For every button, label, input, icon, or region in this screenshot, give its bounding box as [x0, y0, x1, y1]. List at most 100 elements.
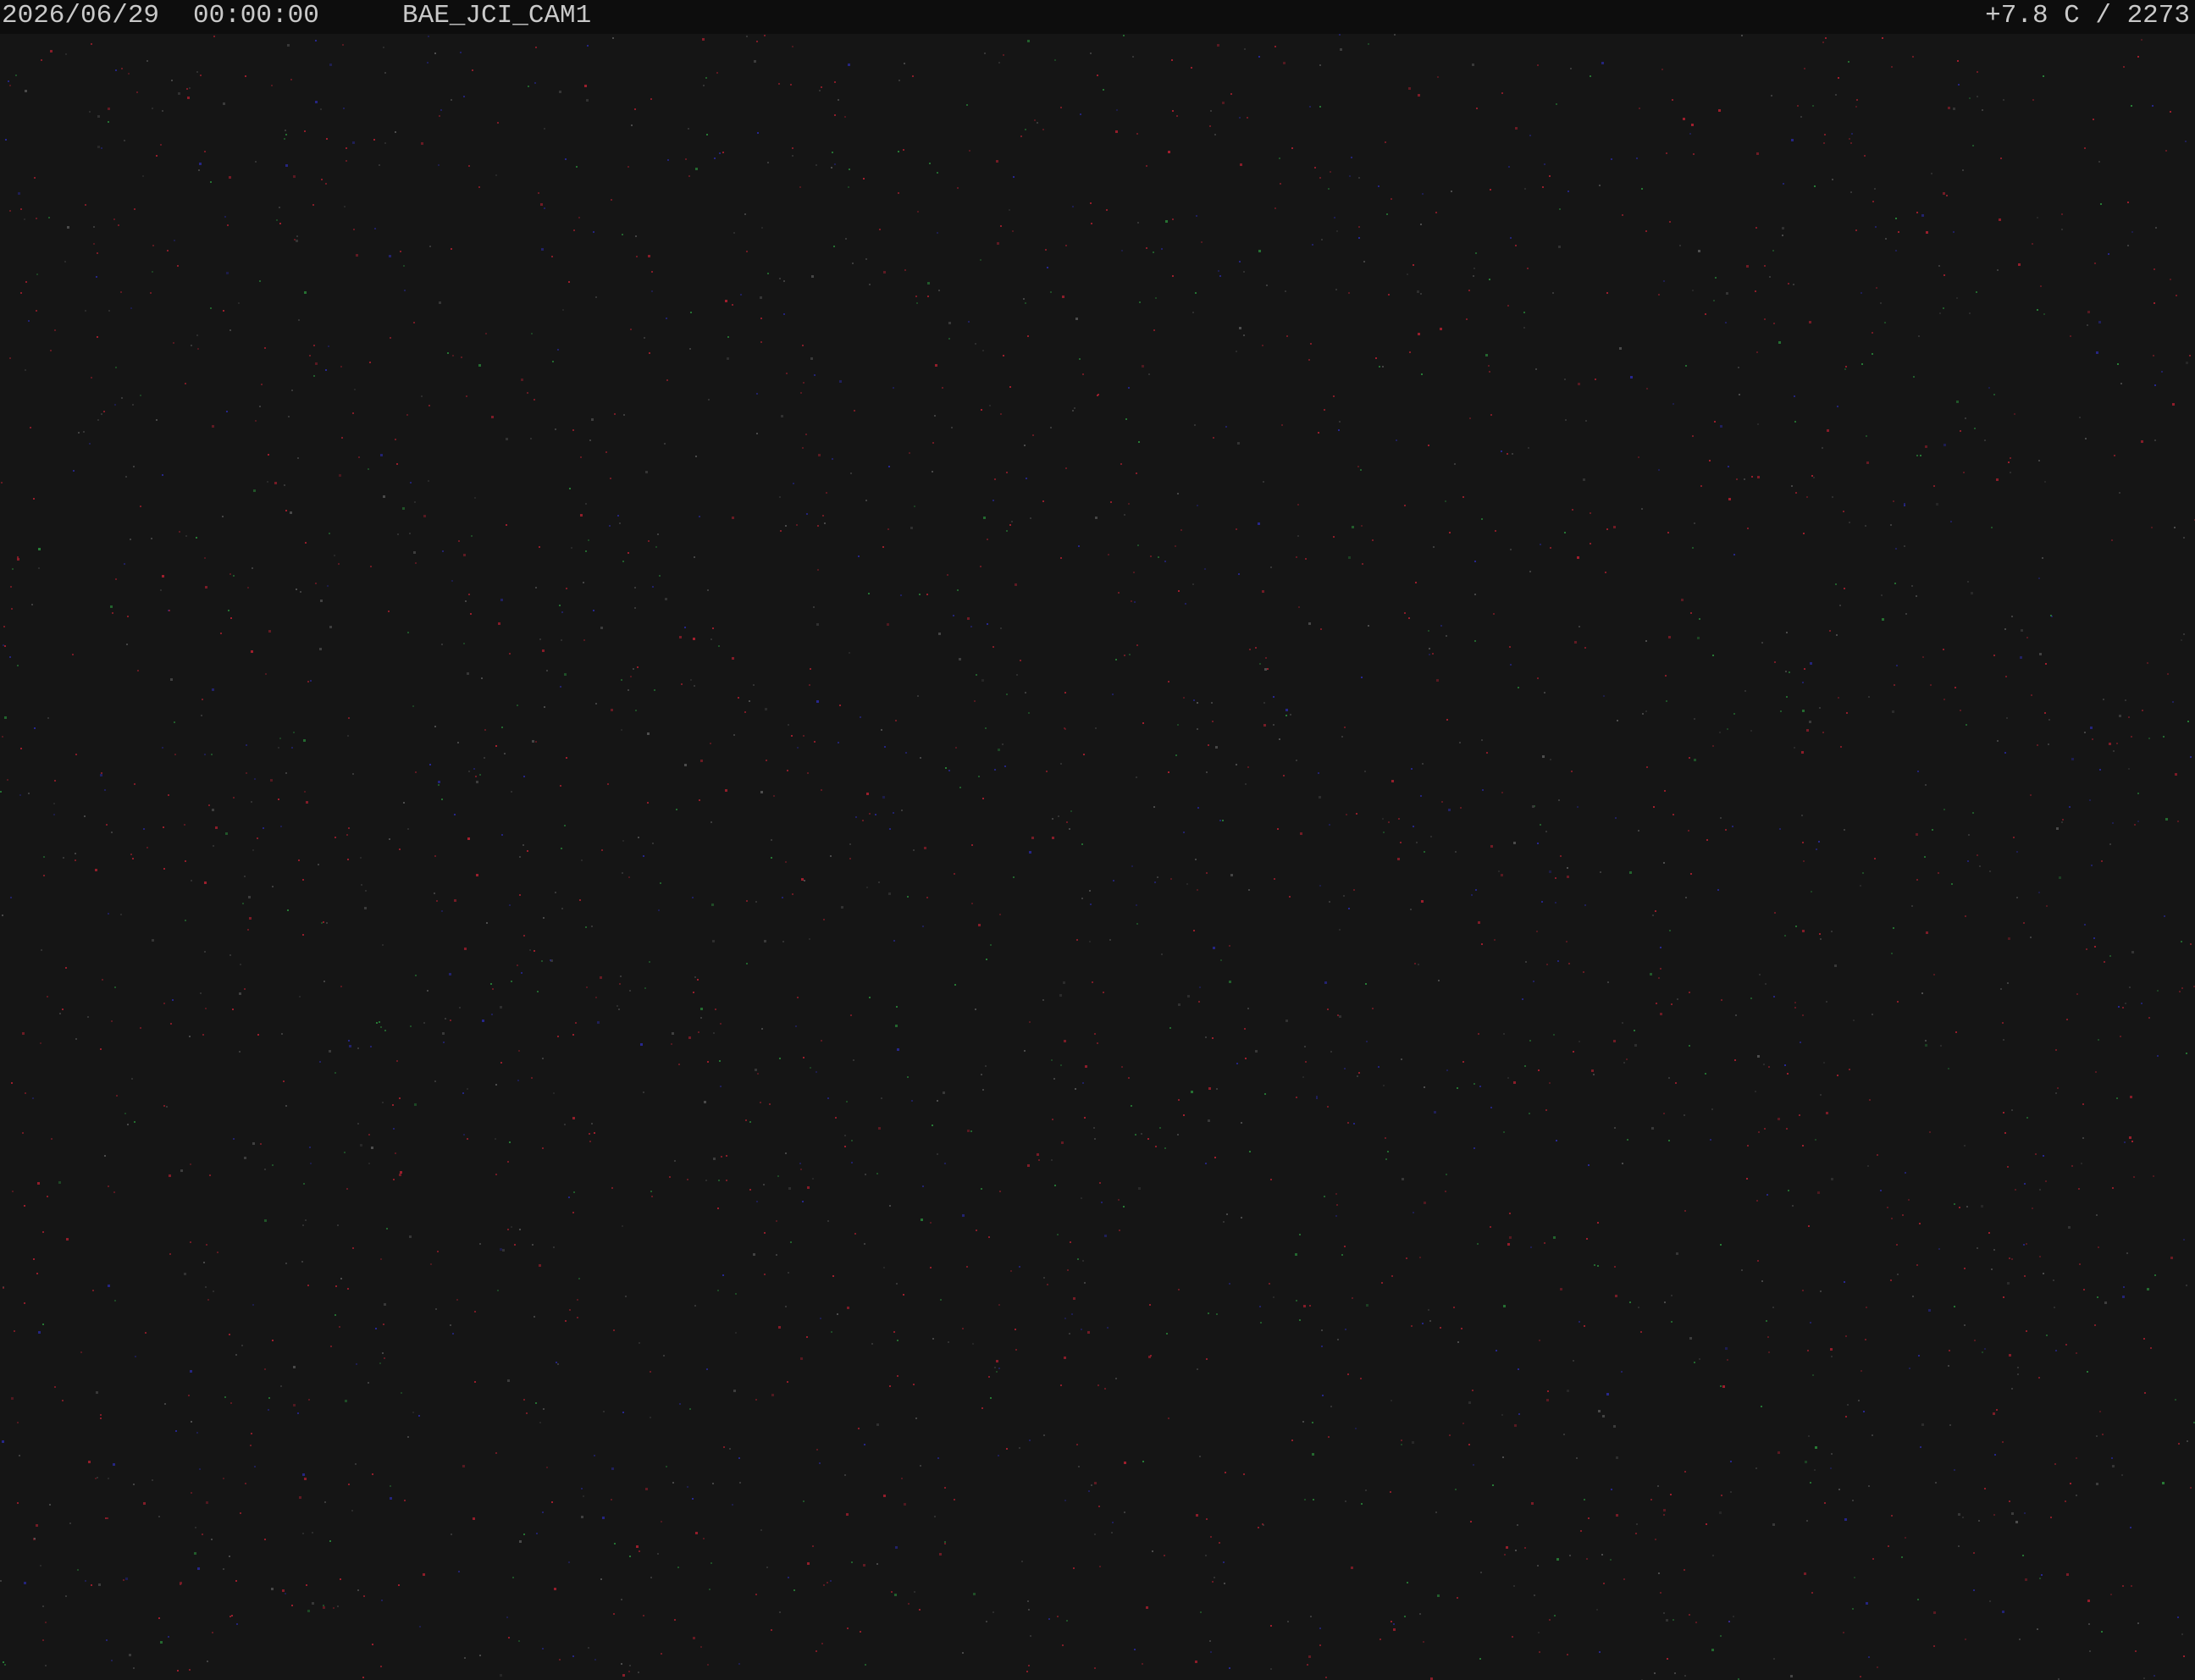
- noise-pixel: [848, 64, 850, 66]
- noise-pixel: [1993, 1412, 1995, 1415]
- noise-pixel: [1422, 763, 1424, 765]
- noise-pixel: [650, 1371, 651, 1373]
- noise-pixel: [310, 680, 312, 682]
- noise-pixel: [1549, 175, 1551, 177]
- noise-pixel: [326, 138, 328, 140]
- noise-pixel: [756, 1201, 758, 1202]
- noise-pixel: [1802, 710, 1805, 712]
- noise-pixel: [1555, 877, 1556, 879]
- noise-pixel: [929, 163, 931, 164]
- noise-pixel: [143, 1502, 146, 1505]
- noise-pixel: [205, 1008, 207, 1009]
- noise-pixel: [913, 849, 915, 851]
- noise-pixel: [1746, 265, 1749, 268]
- noise-pixel: [1596, 1609, 1598, 1611]
- noise-pixel: [914, 506, 915, 507]
- noise-pixel: [985, 1065, 987, 1067]
- noise-pixel: [1478, 1033, 1479, 1035]
- noise-pixel: [409, 1235, 412, 1238]
- noise-pixel: [1623, 1578, 1625, 1580]
- noise-pixel: [462, 1465, 465, 1467]
- noise-pixel: [882, 796, 885, 799]
- noise-pixel: [1663, 1514, 1665, 1516]
- noise-pixel: [800, 1169, 802, 1170]
- noise-pixel: [162, 110, 163, 112]
- noise-pixel: [428, 36, 429, 37]
- noise-pixel: [2087, 1600, 2090, 1602]
- noise-pixel: [619, 983, 621, 985]
- noise-pixel: [853, 1059, 854, 1061]
- noise-pixel: [622, 561, 624, 562]
- noise-pixel: [636, 1545, 639, 1548]
- noise-pixel: [1779, 828, 1781, 830]
- noise-pixel: [1997, 269, 1999, 271]
- noise-pixel: [17, 556, 19, 558]
- noise-pixel: [1339, 929, 1341, 931]
- noise-pixel: [38, 1331, 41, 1334]
- noise-pixel: [1186, 883, 1188, 885]
- noise-pixel: [511, 981, 512, 982]
- noise-pixel: [236, 1623, 238, 1625]
- noise-pixel: [252, 849, 254, 851]
- noise-pixel: [1844, 1281, 1845, 1283]
- noise-pixel: [228, 610, 229, 611]
- noise-pixel: [1815, 1446, 1817, 1449]
- noise-pixel: [1956, 401, 1959, 403]
- noise-pixel: [284, 484, 285, 486]
- noise-pixel: [1064, 1357, 1066, 1359]
- noise-pixel: [1385, 1158, 1387, 1160]
- noise-pixel: [738, 1457, 740, 1459]
- noise-pixel: [368, 1163, 370, 1164]
- noise-pixel: [77, 1569, 79, 1571]
- noise-pixel: [611, 1467, 614, 1470]
- noise-pixel: [1006, 530, 1008, 532]
- noise-pixel: [920, 1465, 921, 1467]
- noise-pixel: [116, 1095, 118, 1097]
- noise-pixel: [1262, 345, 1263, 346]
- noise-pixel: [1641, 508, 1643, 510]
- noise-pixel: [1081, 1329, 1082, 1330]
- noise-pixel: [1476, 108, 1478, 109]
- noise-pixel: [340, 1278, 342, 1279]
- noise-pixel: [957, 589, 959, 591]
- noise-pixel: [415, 771, 417, 773]
- noise-pixel: [1159, 1127, 1161, 1129]
- noise-pixel: [106, 1639, 108, 1641]
- noise-pixel: [535, 1402, 537, 1404]
- noise-pixel: [291, 390, 293, 391]
- noise-pixel: [1872, 1434, 1873, 1436]
- noise-pixel: [225, 832, 228, 835]
- noise-pixel: [1675, 1082, 1677, 1084]
- noise-pixel: [1360, 1378, 1362, 1379]
- noise-pixel: [1358, 177, 1360, 179]
- noise-pixel: [230, 1402, 232, 1404]
- noise-pixel: [130, 539, 131, 540]
- noise-pixel: [1401, 1058, 1402, 1060]
- noise-pixel: [697, 979, 699, 981]
- noise-pixel: [955, 747, 957, 749]
- noise-pixel: [1819, 933, 1821, 935]
- noise-pixel: [1939, 312, 1941, 314]
- noise-pixel: [1685, 365, 1687, 367]
- noise-pixel: [2142, 710, 2143, 711]
- noise-pixel: [1527, 268, 1529, 269]
- noise-pixel: [1544, 163, 1545, 165]
- noise-pixel: [1079, 358, 1081, 360]
- noise-pixel: [263, 827, 264, 829]
- noise-pixel: [383, 47, 384, 48]
- noise-pixel: [643, 1091, 644, 1093]
- noise-pixel: [2011, 1388, 2013, 1390]
- noise-pixel: [927, 282, 930, 285]
- noise-pixel: [816, 1071, 817, 1073]
- noise-pixel: [1351, 1567, 1353, 1569]
- noise-pixel: [1219, 275, 1221, 277]
- noise-pixel: [1669, 930, 1671, 931]
- noise-pixel: [309, 355, 311, 356]
- noise-pixel: [2112, 1187, 2114, 1189]
- noise-pixel: [1569, 1555, 1571, 1556]
- noise-pixel: [1241, 1217, 1242, 1219]
- noise-pixel: [315, 40, 317, 41]
- noise-pixel: [1121, 1066, 1123, 1068]
- noise-pixel: [889, 828, 891, 830]
- noise-pixel: [297, 1412, 299, 1414]
